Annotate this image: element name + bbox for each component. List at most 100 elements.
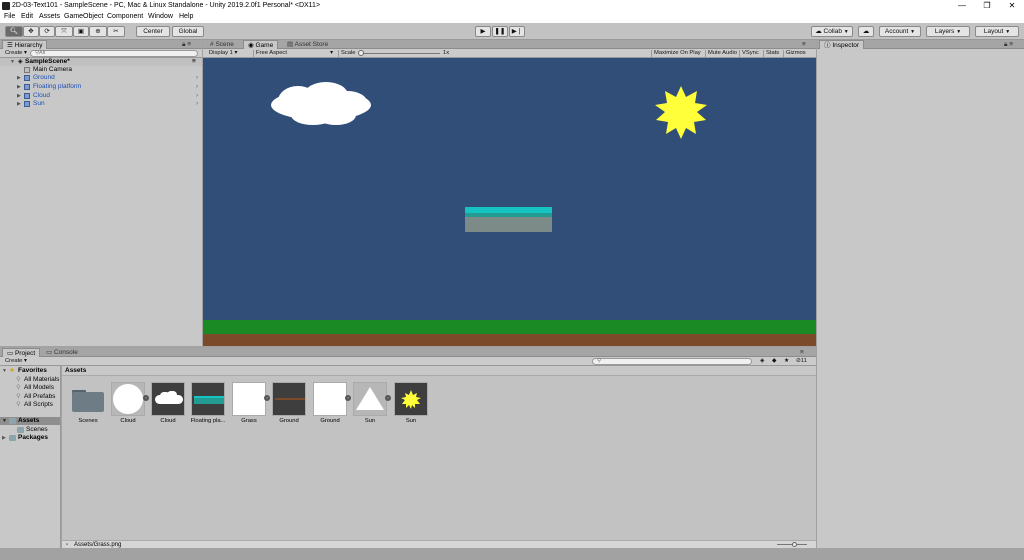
pivot-center-button[interactable]: Center	[136, 26, 170, 37]
hand-tool-button[interactable]: 🔍︎	[5, 26, 23, 37]
asset-item[interactable]: › Cloud	[111, 382, 149, 424]
expand-sprite-icon[interactable]: ›	[264, 395, 270, 401]
step-button[interactable]: ▶❘	[509, 26, 525, 37]
panel-menu-icon[interactable]: ≡	[798, 40, 810, 49]
asset-name: Ground	[279, 418, 299, 424]
breadcrumb[interactable]: Assets	[62, 366, 816, 376]
mute-audio-toggle[interactable]: Mute Audio	[705, 50, 739, 57]
menu-assets[interactable]: Assets	[39, 13, 60, 20]
thumbnail-size-slider-thumb[interactable]	[792, 542, 797, 547]
list-item[interactable]: ⚲ All Prefabs	[0, 393, 60, 401]
hierarchy-search-input[interactable]: ⚲All	[30, 50, 198, 57]
list-item[interactable]: ▶ Cloud ›	[0, 92, 202, 100]
menu-gameobject[interactable]: GameObject	[64, 13, 103, 20]
asset-item[interactable]: Sun	[394, 382, 428, 424]
hidden-count-value: 11	[800, 358, 807, 364]
aspect-dropdown[interactable]: Free Aspect ▾	[253, 50, 336, 57]
asset-item[interactable]: Floating pla...	[191, 382, 225, 424]
gizmos-dropdown[interactable]: Gizmos	[783, 50, 808, 57]
expand-arrow-icon[interactable]: ▶	[2, 434, 6, 442]
expand-arrow-icon[interactable]: ▼	[10, 58, 15, 66]
expand-sprite-icon[interactable]: ›	[143, 395, 149, 401]
layout-dropdown[interactable]: Layout ▼	[975, 26, 1019, 37]
packages-folder-row[interactable]: ▶ Packages	[0, 434, 60, 442]
stats-toggle[interactable]: Stats	[763, 50, 781, 57]
list-item[interactable]: ▶ Ground ›	[0, 74, 202, 82]
scale-slider-track[interactable]	[360, 53, 440, 54]
asset-item[interactable]: Ground	[272, 382, 306, 424]
asset-item[interactable]: Scenes	[71, 382, 105, 424]
panel-menu-icon[interactable]: 🔒︎ ≡	[1000, 40, 1017, 49]
chevron-right-icon[interactable]: ›	[196, 100, 198, 108]
filter-type-icon[interactable]: ◈	[758, 358, 766, 365]
asset-item[interactable]: Cloud	[151, 382, 185, 424]
project-folder-tree: ▼ ★ Favorites ⚲ All Materials ⚲ All Mode…	[0, 366, 61, 548]
vsync-toggle[interactable]: VSync	[739, 50, 761, 57]
close-button[interactable]: ✕	[1000, 0, 1024, 12]
scene-menu-icon[interactable]: ≡	[192, 58, 196, 66]
game-view[interactable]	[203, 58, 816, 346]
project-search-input[interactable]: ⚲	[592, 358, 752, 365]
list-item[interactable]: Main Camera	[0, 66, 202, 74]
rect-tool-button[interactable]: ▣	[73, 26, 89, 37]
asset-item[interactable]: › Grass	[232, 382, 270, 424]
list-item[interactable]: ⚲ All Materials	[0, 376, 60, 384]
asset-item[interactable]: › Ground	[313, 382, 351, 424]
expand-arrow-icon[interactable]: ▼	[2, 367, 7, 375]
expand-sprite-icon[interactable]: ›	[385, 395, 391, 401]
pivot-global-button[interactable]: Global	[172, 26, 204, 37]
expand-arrow-icon[interactable]: ▶	[17, 100, 21, 108]
menu-help[interactable]: Help	[179, 13, 193, 20]
tab-inspector[interactable]: ⓘ Inspector	[819, 40, 865, 49]
scene-row[interactable]: ▼ ◈ SampleScene* ≡	[0, 58, 202, 66]
menu-file[interactable]: File	[4, 13, 15, 20]
menu-window[interactable]: Window	[148, 13, 173, 20]
transform-tool-button[interactable]: ⊕	[89, 26, 107, 37]
tab-game[interactable]: ◉ Game	[243, 40, 279, 49]
hierarchy-create-dropdown[interactable]: Create ▾	[3, 50, 29, 57]
favorites-row[interactable]: ▼ ★ Favorites	[0, 367, 60, 375]
cloud-button[interactable]: ☁	[858, 26, 874, 37]
move-tool-button[interactable]: ✥	[23, 26, 39, 37]
chevron-right-icon[interactable]: ›	[196, 92, 198, 100]
minimize-button[interactable]: —	[950, 0, 974, 12]
asset-item[interactable]: › Sun	[353, 382, 391, 424]
expand-arrow-icon[interactable]: ▼	[2, 417, 7, 425]
custom-tool-button[interactable]: ✂	[107, 26, 125, 37]
account-dropdown[interactable]: Account ▼	[879, 26, 921, 37]
list-item[interactable]: ⚲ All Models	[0, 384, 60, 392]
tab-scene[interactable]: # Scene	[206, 40, 238, 49]
expand-arrow-icon[interactable]: ▶	[17, 92, 21, 100]
list-item[interactable]: ▶ Sun ›	[0, 100, 202, 108]
menu-edit[interactable]: Edit	[21, 13, 33, 20]
chevron-right-icon[interactable]: ›	[196, 83, 198, 91]
expand-sprite-icon[interactable]: ›	[345, 395, 351, 401]
project-create-dropdown[interactable]: Create ▾	[3, 358, 29, 365]
pause-button[interactable]: ❚❚	[492, 26, 508, 37]
panel-menu-icon[interactable]: 🔒︎ ≡	[178, 40, 195, 49]
scale-slider-thumb[interactable]	[358, 50, 364, 56]
tab-hierarchy[interactable]: ☰ Hierarchy	[2, 40, 48, 49]
collab-button[interactable]: ☁ Collab ▼	[811, 26, 853, 37]
menu-component[interactable]: Component	[107, 13, 143, 20]
assets-folder-row[interactable]: ▼ Assets	[0, 417, 60, 425]
tab-asset-store[interactable]: ▤ Asset Store	[283, 40, 332, 49]
filter-label-icon[interactable]: ◆	[770, 358, 778, 365]
expand-arrow-icon[interactable]: ▶	[17, 83, 21, 91]
panel-menu-icon[interactable]: ≡	[796, 348, 808, 357]
play-button[interactable]: ▶	[475, 26, 491, 37]
chevron-right-icon[interactable]: ›	[196, 74, 198, 82]
scale-tool-button[interactable]: ⤧	[55, 26, 73, 37]
list-item[interactable]: ▶ Floating platform ›	[0, 83, 202, 91]
layers-dropdown[interactable]: Layers ▼	[926, 26, 970, 37]
maximize-on-play-toggle[interactable]: Maximize On Play	[651, 50, 703, 57]
display-dropdown[interactable]: Display 1 ▾	[207, 50, 239, 57]
list-item[interactable]: ⚲ All Scripts	[0, 401, 60, 409]
maximize-button[interactable]: ❐	[975, 0, 999, 12]
rotate-tool-button[interactable]: ⟳	[39, 26, 55, 37]
favorite-star-icon[interactable]: ★	[782, 358, 791, 365]
list-item[interactable]: Scenes	[0, 426, 60, 434]
tab-project[interactable]: ▭ Project	[2, 348, 41, 357]
expand-arrow-icon[interactable]: ▶	[17, 74, 21, 82]
tab-console[interactable]: ▭ Console	[42, 348, 82, 357]
